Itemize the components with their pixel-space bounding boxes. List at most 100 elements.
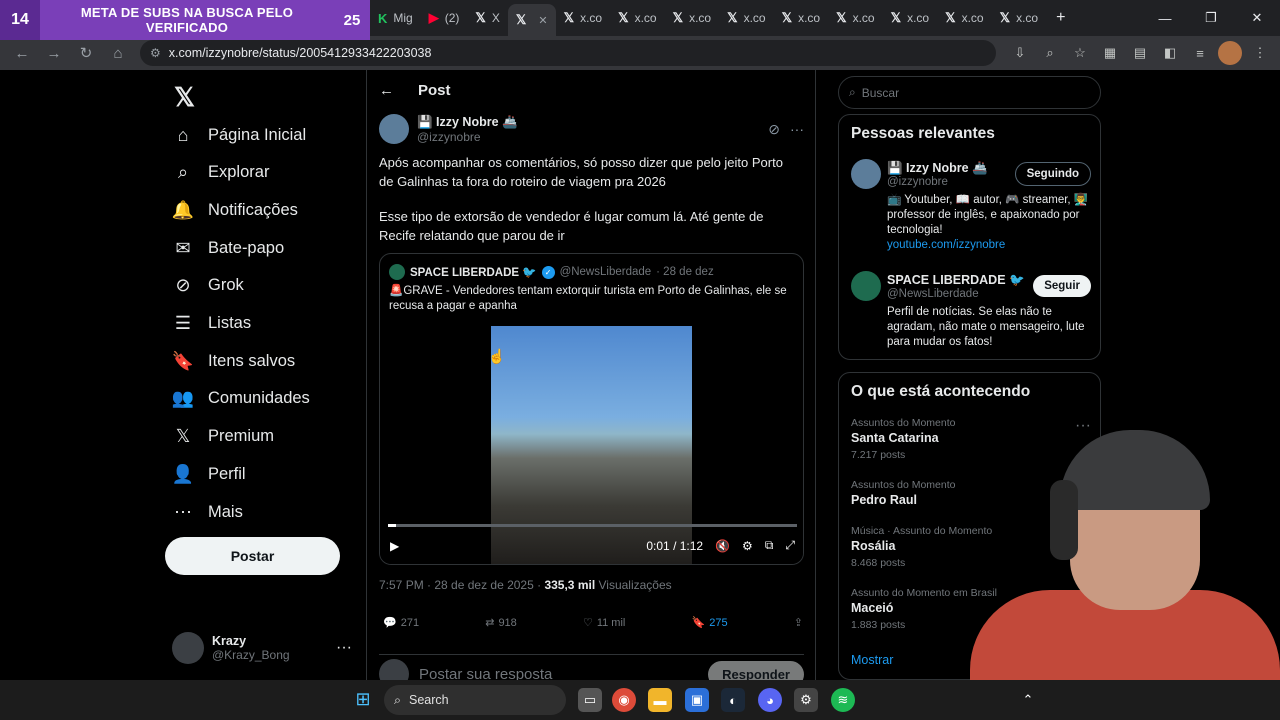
nav-item-notificações[interactable]: 🔔 Notificações xyxy=(172,195,298,225)
nav-item-grok[interactable]: ⊘ Grok xyxy=(172,271,243,301)
menu-kebab-icon[interactable]: ⋮ xyxy=(1248,41,1272,65)
account-switcher[interactable]: Krazy @Krazy_Bong ··· xyxy=(172,630,352,666)
browser-tab[interactable]: 𝕏x.co xyxy=(883,4,938,32)
tab-favicon-icon: 𝕏 xyxy=(781,10,793,25)
steam-icon[interactable]: ◐ xyxy=(721,688,745,712)
fullscreen-icon[interactable]: ⤢ xyxy=(785,538,795,553)
browser-tab[interactable]: 𝕏x.co xyxy=(937,4,992,32)
more-dots-icon[interactable]: ··· xyxy=(336,639,352,657)
nav-item-label: Perfil xyxy=(208,464,246,483)
nav-item-premium[interactable]: 𝕏 Premium xyxy=(172,422,274,452)
windows-start-icon[interactable]: ⊞ xyxy=(352,688,374,710)
play-icon[interactable]: ▶ xyxy=(390,539,399,553)
chrome-icon[interactable]: ◉ xyxy=(612,688,636,712)
back-arrow-icon[interactable]: ← xyxy=(8,39,36,67)
share-button[interactable]: ⇪ xyxy=(794,616,803,629)
close-tab-icon[interactable]: ✕ xyxy=(538,14,547,27)
browser-tab[interactable]: 𝕏x.co xyxy=(828,4,883,32)
browser-tab[interactable]: 𝕏x.co xyxy=(556,4,611,32)
grok-icon[interactable]: ⊘ xyxy=(768,121,780,138)
avatar[interactable] xyxy=(379,114,409,144)
following-button[interactable]: Seguindo xyxy=(1014,162,1091,186)
close-window-icon[interactable]: ✕ xyxy=(1234,0,1280,36)
profile-avatar[interactable] xyxy=(1218,41,1242,65)
author-name[interactable]: 💾 Izzy Nobre 🚢 xyxy=(417,115,518,130)
extension-icon[interactable]: ▦ xyxy=(1098,41,1122,65)
task-view-icon[interactable]: ▭ xyxy=(578,688,602,712)
browser-tab[interactable]: 𝕏 ✕ xyxy=(507,4,556,36)
settings-gear-icon[interactable]: ⚙ xyxy=(794,688,818,712)
tray-chevron-icon[interactable]: ⌃ xyxy=(1016,688,1040,712)
post-datetime[interactable]: 7:57 PM · 28 de dez de 2025 · xyxy=(379,578,541,592)
nav-item-itens-salvos[interactable]: 🔖 Itens salvos xyxy=(172,346,295,376)
post-header: ← Post xyxy=(379,82,451,99)
reply-button[interactable]: 💬 271 xyxy=(383,616,419,630)
nav-item-página-inicial[interactable]: ⌂ Página Inicial xyxy=(172,120,307,150)
home-button-icon[interactable]: ⌂ xyxy=(104,39,132,67)
person-item[interactable]: 💾 Izzy Nobre 🚢 @izzynobre Seguindo 📺 You… xyxy=(851,159,1091,253)
browser-tab[interactable]: 𝕏X xyxy=(467,4,508,32)
quote-author-handle: @NewsLiberdade xyxy=(559,266,652,278)
reload-icon[interactable]: ↻ xyxy=(72,39,100,67)
list-icon: ☰ xyxy=(174,313,192,333)
star-icon[interactable]: ☆ xyxy=(1068,41,1092,65)
browser-tab[interactable]: 𝕏x.co xyxy=(774,4,829,32)
more-dots-icon[interactable]: ··· xyxy=(790,121,804,138)
browser-tab[interactable]: ▶ (2) xyxy=(421,4,468,32)
page-title: Post xyxy=(418,82,451,99)
forward-arrow-icon[interactable]: → xyxy=(40,39,68,67)
discord-icon[interactable]: ◕ xyxy=(758,688,782,712)
browser-tab[interactable]: 𝕏x.co xyxy=(610,4,665,32)
author-handle[interactable]: @izzynobre xyxy=(417,130,518,144)
x-logo-icon[interactable]: 𝕏 xyxy=(174,82,195,113)
spotify-icon[interactable]: ≋ xyxy=(831,688,855,712)
settings-gear-icon[interactable]: ⚙ xyxy=(742,539,753,553)
repost-button[interactable]: ⇄ 918 xyxy=(485,616,517,630)
nav-item-explorar[interactable]: ⌕ Explorar xyxy=(172,158,270,188)
extension-2-icon[interactable]: ▤ xyxy=(1128,41,1152,65)
maximize-icon[interactable]: ❐ xyxy=(1188,0,1234,36)
store-icon[interactable]: ▣ xyxy=(685,688,709,712)
post-button[interactable]: Postar xyxy=(165,537,340,575)
tab-label: x.co xyxy=(907,11,930,25)
left-navigation: 𝕏 ⌂ Página Inicial ⌕ Explorar 🔔 Notificações ✉… xyxy=(160,74,365,680)
post-meta: 7:57 PM · 28 de dez de 2025 · 335,3 mil … xyxy=(379,578,672,592)
zoom-icon[interactable]: ⌕ xyxy=(1038,41,1062,65)
media-icon[interactable]: ≡ xyxy=(1188,41,1212,65)
video-player[interactable]: ▶ 0:01 / 1:12 🔇 ⚙ ⧉ ⤢ xyxy=(380,326,803,564)
nav-item-label: Itens salvos xyxy=(208,351,296,370)
new-tab-button[interactable]: + xyxy=(1056,9,1065,27)
browser-tab[interactable]: 𝕏x.co xyxy=(665,4,720,32)
nav-item-mais[interactable]: ⋯ Mais xyxy=(172,497,243,527)
tab-favicon-icon: 𝕏 xyxy=(727,10,738,25)
browser-tab[interactable]: K Mig xyxy=(370,4,421,32)
video-progress-bar[interactable] xyxy=(388,524,797,527)
quoted-post[interactable]: SPACE LIBERDADE 🐦 ✓ @NewsLiberdade · 28 … xyxy=(379,253,804,565)
search-input[interactable]: ⌕ Buscar xyxy=(838,76,1101,109)
back-arrow-icon[interactable]: ← xyxy=(379,82,394,99)
taskbar-search[interactable]: ⌕ Search xyxy=(384,685,566,715)
browser-tab[interactable]: 𝕏x.co xyxy=(992,4,1047,32)
bookmark-icon: 🔖 xyxy=(171,350,195,371)
site-info-icon[interactable]: ⚙ xyxy=(150,46,161,60)
file-explorer-icon[interactable]: ▬ xyxy=(648,688,672,712)
minimize-icon[interactable]: — xyxy=(1142,0,1188,36)
nav-item-comunidades[interactable]: 👥 Comunidades xyxy=(172,384,310,414)
mute-icon[interactable]: 🔇 xyxy=(715,539,730,553)
browser-tab[interactable]: 𝕏x.co xyxy=(719,4,774,32)
follow-button[interactable]: Seguir xyxy=(1033,275,1091,297)
nav-item-bate-papo[interactable]: ✉ Bate-papo xyxy=(172,233,284,263)
video-frame[interactable] xyxy=(491,326,692,564)
tab-label: (2) xyxy=(444,11,460,25)
address-bar[interactable]: ⚙ x.com/izzynobre/status/200541293342220… xyxy=(140,40,996,66)
nav-item-listas[interactable]: ☰ Listas xyxy=(172,309,251,339)
like-button[interactable]: ♡ 11 mil xyxy=(583,616,625,630)
nav-item-perfil[interactable]: 👤 Perfil xyxy=(172,459,246,489)
person-item[interactable]: SPACE LIBERDADE 🐦 @NewsLiberdade Seguir … xyxy=(851,271,1091,350)
tab-label: x.co xyxy=(961,11,984,25)
install-icon[interactable]: ⇩ xyxy=(1008,41,1032,65)
pip-icon[interactable]: ⧉ xyxy=(765,538,774,553)
puzzle-icon[interactable]: ◧ xyxy=(1158,41,1182,65)
bookmark-button[interactable]: 🔖 275 xyxy=(692,616,728,630)
person-link[interactable]: youtube.com/izzynobre xyxy=(887,238,1091,253)
